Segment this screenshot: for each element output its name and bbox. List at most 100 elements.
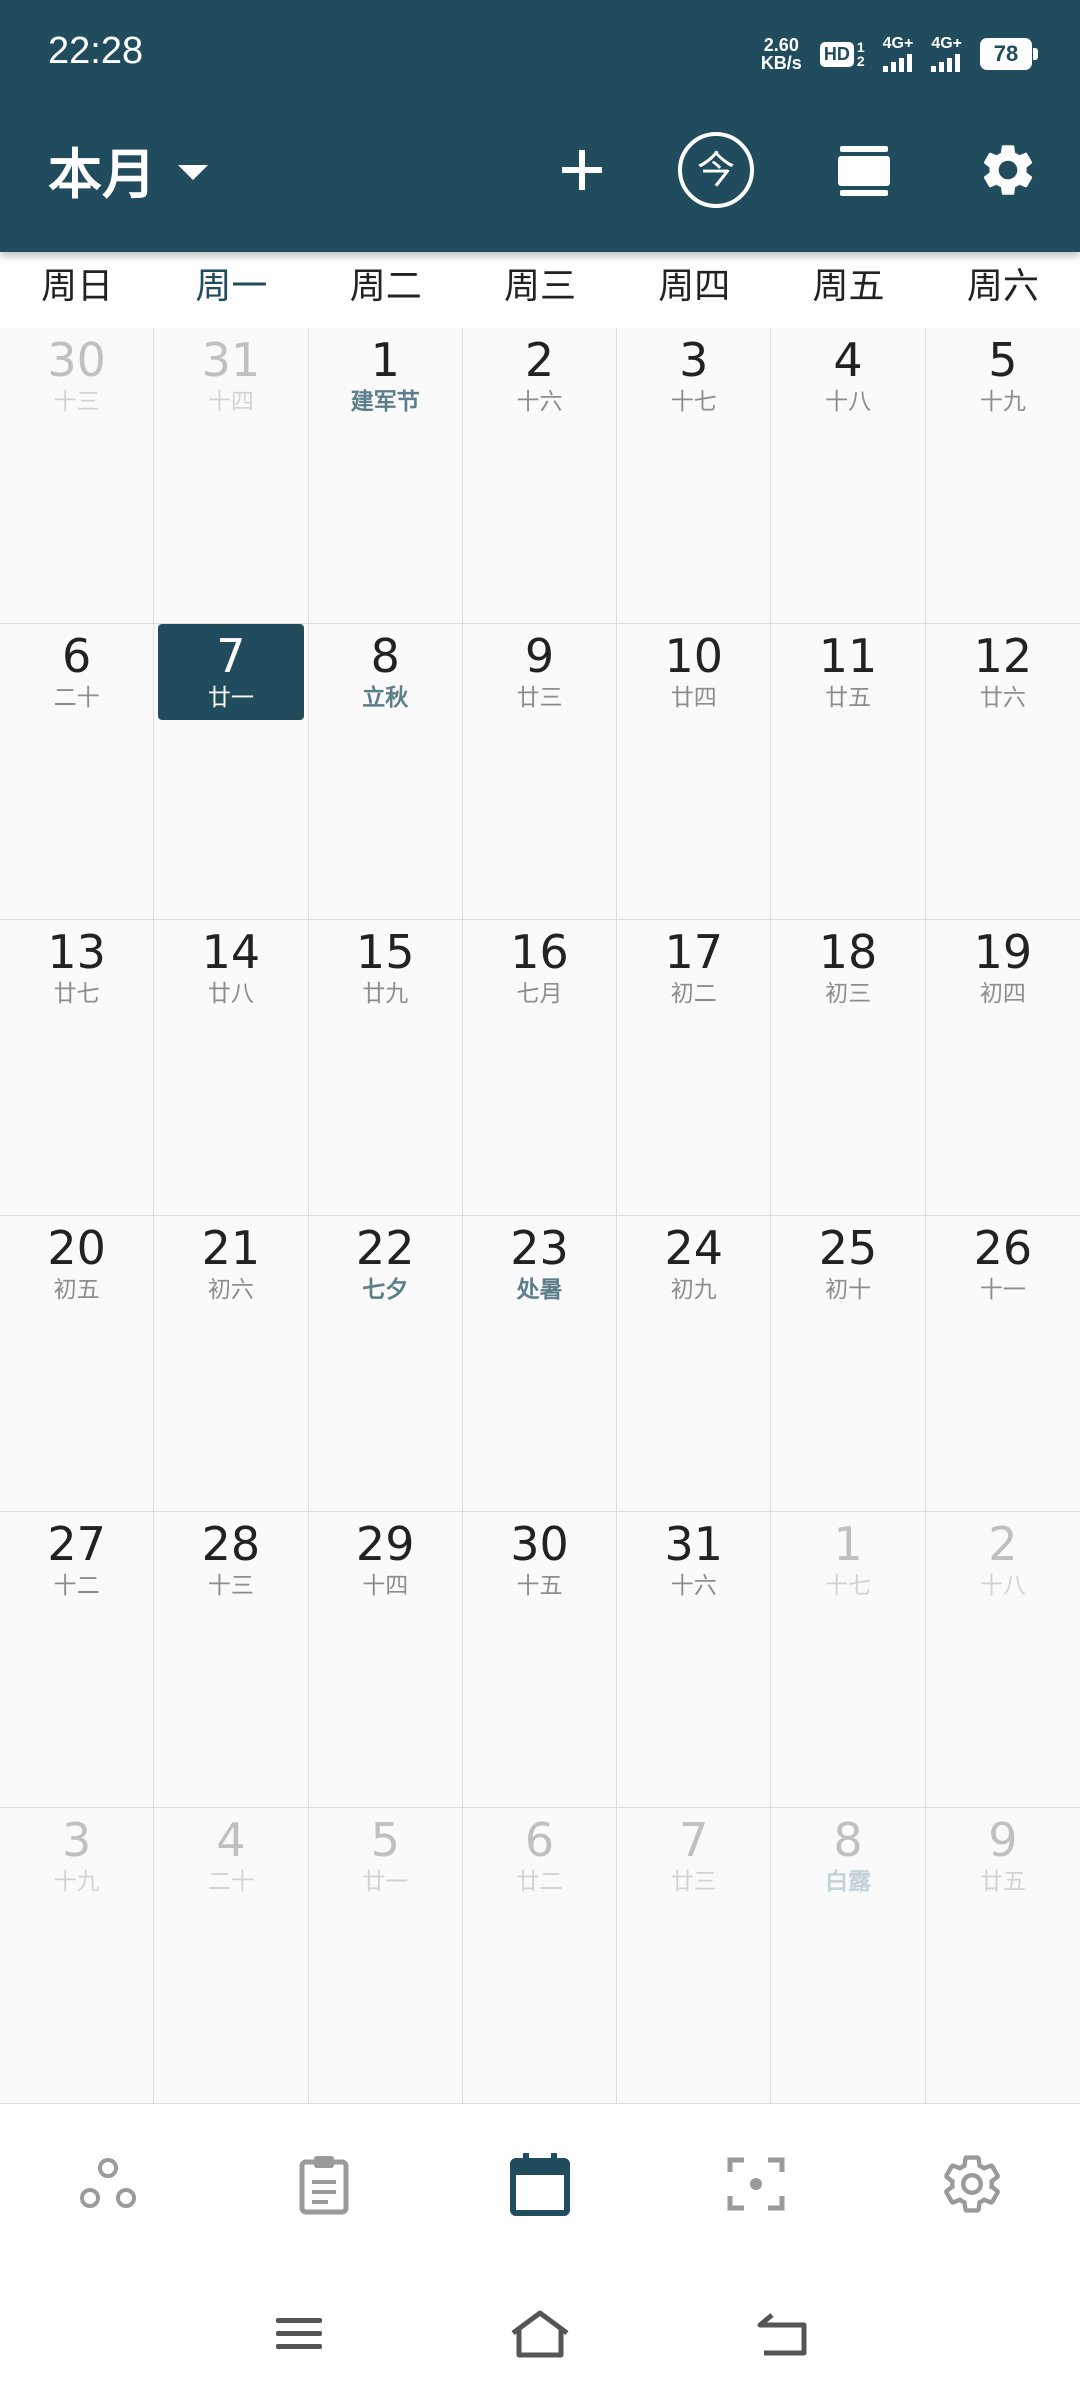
day-box: 16 七月 — [467, 920, 612, 1016]
day-cell[interactable]: 15 廿九 — [308, 920, 463, 1216]
nav-item-apps[interactable] — [0, 2104, 216, 2264]
day-cell[interactable]: 12 廿六 — [925, 624, 1080, 920]
day-box: 29 十四 — [313, 1512, 458, 1608]
day-box: 7 廿一 — [158, 624, 304, 720]
day-cell[interactable]: 16 七月 — [462, 920, 618, 1216]
day-box: 22 七夕 — [313, 1216, 458, 1312]
day-box: 3 十九 — [4, 1808, 149, 1904]
lunar-date: 十一 — [979, 1277, 1026, 1303]
day-cell[interactable]: 31 十六 — [617, 1512, 772, 1808]
day-box: 11 廿五 — [775, 624, 920, 720]
calendar-icon — [510, 2153, 570, 2216]
back-icon — [757, 2313, 807, 2356]
day-cell[interactable]: 30 十五 — [462, 1512, 618, 1808]
lunar-date: 十六 — [670, 1573, 717, 1599]
lunar-date: 廿三 — [516, 685, 563, 711]
day-cell[interactable]: 26 十一 — [925, 1216, 1080, 1512]
switch-view-button[interactable] — [824, 130, 904, 210]
day-cell[interactable]: 10 廿四 — [617, 624, 772, 920]
day-cell[interactable]: 30 十三 — [0, 328, 155, 624]
nav-item-calendar[interactable] — [432, 2104, 648, 2264]
day-box: 5 十九 — [930, 328, 1076, 424]
status-time: 22:28 — [48, 30, 144, 72]
lunar-date: 初四 — [979, 981, 1026, 1007]
day-number: 7 — [679, 1813, 709, 1867]
lunar-date: 十六 — [516, 389, 563, 415]
recent-apps-button[interactable] — [260, 2304, 340, 2364]
day-number: 26 — [973, 1221, 1033, 1275]
day-cell[interactable]: 2 十八 — [925, 1512, 1080, 1808]
day-box: 31 十四 — [158, 328, 303, 424]
day-box: 21 初六 — [158, 1216, 303, 1312]
hd-voice-icon: HD 1 2 — [819, 40, 865, 68]
nav-item-scan[interactable] — [648, 2104, 864, 2264]
view-title: 本月 — [48, 143, 156, 206]
day-cell[interactable]: 1 十七 — [771, 1512, 926, 1808]
weekday-label: 周三 — [503, 266, 576, 307]
day-box: 14 廿八 — [158, 920, 303, 1016]
festival-label: 立秋 — [362, 685, 409, 711]
day-cell[interactable]: 17 初二 — [617, 920, 772, 1216]
day-box: 6 二十 — [4, 624, 149, 720]
day-cell[interactable]: 19 初四 — [925, 920, 1080, 1216]
day-cell[interactable]: 7 廿三 — [617, 1808, 772, 2104]
day-number: 27 — [47, 1517, 106, 1571]
day-cell-selected[interactable]: 7 廿一 — [154, 624, 309, 920]
lunar-date: 廿八 — [207, 981, 254, 1007]
day-number: 8 — [370, 629, 400, 683]
day-number: 18 — [818, 925, 878, 979]
lunar-date: 十八 — [825, 389, 872, 415]
day-cell[interactable]: 6 廿二 — [462, 1808, 618, 2104]
gear-icon — [944, 2155, 1000, 2213]
day-cell[interactable]: 6 二十 — [0, 624, 155, 920]
day-cell[interactable]: 5 十九 — [925, 328, 1080, 624]
today-icon: 今 — [678, 132, 754, 208]
day-cell[interactable]: 18 初三 — [771, 920, 926, 1216]
nav-item-settings[interactable] — [864, 2104, 1080, 2264]
go-to-today-button[interactable]: 今 — [676, 130, 756, 210]
day-cell[interactable]: 27 十二 — [0, 1512, 155, 1808]
day-cell[interactable]: 24 初九 — [617, 1216, 772, 1512]
day-cell[interactable]: 13 廿七 — [0, 920, 155, 1216]
day-cell[interactable]: 23 处暑 — [462, 1216, 618, 1512]
day-cell[interactable]: 11 廿五 — [771, 624, 926, 920]
month-view-selector[interactable]: 本月 — [48, 130, 208, 209]
day-cell[interactable]: 28 十三 — [154, 1512, 309, 1808]
day-cell[interactable]: 29 十四 — [308, 1512, 463, 1808]
day-cell[interactable]: 4 二十 — [154, 1808, 309, 2104]
day-cell[interactable]: 31 十四 — [154, 328, 309, 624]
day-box: 23 处暑 — [467, 1216, 612, 1312]
lunar-date: 十七 — [825, 1573, 872, 1599]
lunar-date: 廿一 — [207, 685, 254, 711]
day-cell[interactable]: 14 廿八 — [154, 920, 309, 1216]
day-cell[interactable]: 20 初五 — [0, 1216, 155, 1512]
day-number: 28 — [201, 1517, 261, 1571]
day-cell[interactable]: 3 十七 — [617, 328, 772, 624]
day-cell[interactable]: 9 廿五 — [925, 1808, 1080, 2104]
settings-button[interactable] — [968, 130, 1048, 210]
day-cell[interactable]: 1 建军节 — [308, 328, 463, 624]
day-cell[interactable]: 25 初十 — [771, 1216, 926, 1512]
day-cell[interactable]: 21 初六 — [154, 1216, 309, 1512]
day-number: 21 — [201, 1221, 261, 1275]
day-number: 25 — [818, 1221, 878, 1275]
day-cell[interactable]: 22 七夕 — [308, 1216, 463, 1512]
day-box: 17 初二 — [621, 920, 766, 1016]
back-button[interactable] — [740, 2304, 820, 2364]
day-cell[interactable]: 4 十八 — [771, 328, 926, 624]
day-cell[interactable]: 3 十九 — [0, 1808, 155, 2104]
day-cell[interactable]: 5 廿一 — [308, 1808, 463, 2104]
network-speed: 2.60 KB/s — [761, 36, 802, 72]
view-mode-icon — [838, 146, 890, 196]
lunar-date: 十八 — [979, 1573, 1026, 1599]
app-bar: 22:28 2.60 KB/s HD 1 2 4G+ 4G+ 78 本月 今 — [0, 0, 1080, 252]
home-button[interactable] — [500, 2304, 580, 2364]
day-number: 19 — [973, 925, 1033, 979]
day-cell[interactable]: 8 白露 — [771, 1808, 926, 2104]
add-event-button[interactable] — [542, 130, 622, 210]
day-cell[interactable]: 9 廿三 — [462, 624, 618, 920]
festival-label: 建军节 — [350, 389, 420, 415]
day-cell[interactable]: 2 十六 — [462, 328, 618, 624]
day-cell[interactable]: 8 立秋 — [308, 624, 463, 920]
nav-item-notes[interactable] — [216, 2104, 432, 2264]
